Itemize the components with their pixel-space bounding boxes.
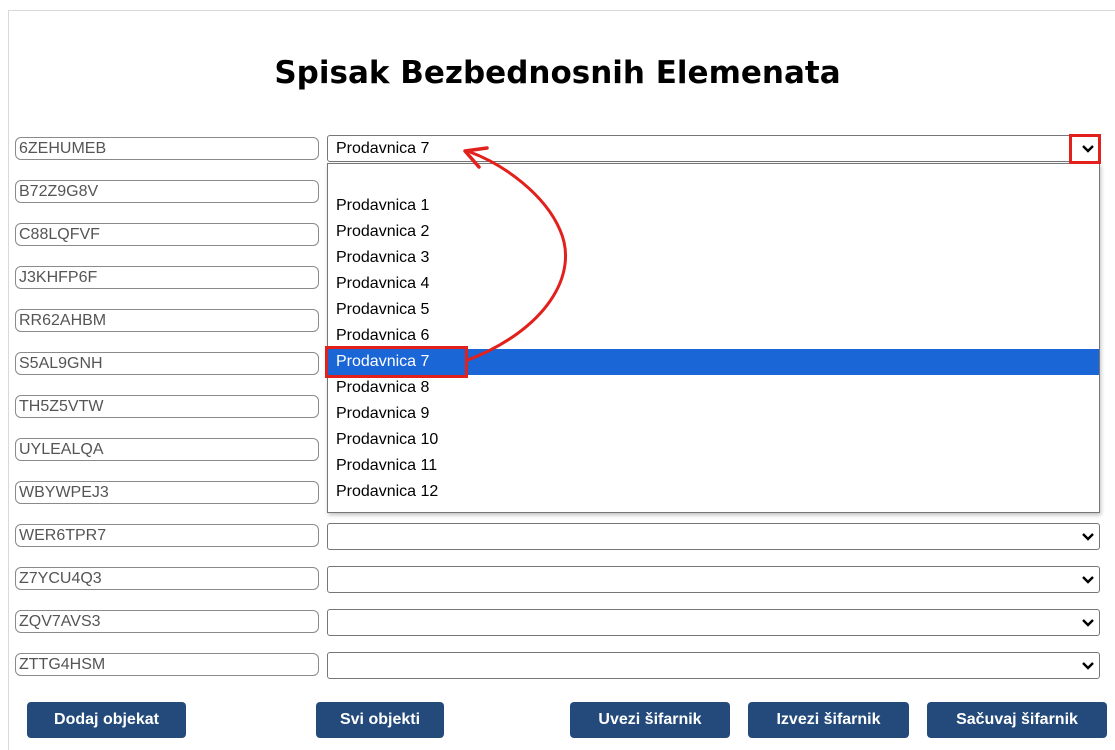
- store-select[interactable]: [327, 566, 1100, 593]
- dropdown-option[interactable]: Prodavnica 11: [328, 453, 1099, 479]
- code-field[interactable]: B72Z9G8V: [15, 180, 319, 203]
- store-select[interactable]: Prodavnica 7: [327, 135, 1100, 162]
- save-codebook-button[interactable]: Sačuvaj šifarnik: [927, 702, 1107, 738]
- code-field[interactable]: 6ZEHUMEB: [15, 137, 319, 160]
- dropdown-option[interactable]: Prodavnica 1: [328, 193, 1099, 219]
- chevron-down-icon: [1082, 576, 1094, 584]
- all-objects-button[interactable]: Svi objekti: [316, 702, 444, 738]
- add-object-button[interactable]: Dodaj objekat: [27, 702, 186, 738]
- import-codebook-button[interactable]: Uvezi šifarnik: [570, 702, 730, 738]
- dropdown-option[interactable]: Prodavnica 12: [328, 479, 1099, 505]
- store-dropdown-list[interactable]: Prodavnica 1 Prodavnica 2 Prodavnica 3 P…: [327, 163, 1100, 513]
- dropdown-option-highlighted[interactable]: Prodavnica 7: [328, 349, 1099, 375]
- dropdown-option[interactable]: Prodavnica 2: [328, 219, 1099, 245]
- chevron-down-icon: [1082, 145, 1094, 153]
- page-title: Spisak Bezbednosnih Elemenata: [274, 55, 841, 91]
- dropdown-option[interactable]: Prodavnica 4: [328, 271, 1099, 297]
- code-field[interactable]: ZQV7AVS3: [15, 610, 319, 633]
- chevron-down-icon: [1082, 662, 1094, 670]
- dropdown-option[interactable]: Prodavnica 10: [328, 427, 1099, 453]
- code-field[interactable]: Z7YCU4Q3: [15, 567, 319, 590]
- code-field[interactable]: S5AL9GNH: [15, 352, 319, 375]
- code-field[interactable]: ZTTG4HSM: [15, 653, 319, 676]
- code-field[interactable]: C88LQFVF: [15, 223, 319, 246]
- chevron-down-icon: [1082, 619, 1094, 627]
- dropdown-option[interactable]: Prodavnica 6: [328, 323, 1099, 349]
- store-select-value: Prodavnica 7: [336, 140, 430, 157]
- dropdown-option[interactable]: Prodavnica 3: [328, 245, 1099, 271]
- code-field[interactable]: WBYWPEJ3: [15, 481, 319, 504]
- code-field[interactable]: WER6TPR7: [15, 524, 319, 547]
- store-select[interactable]: [327, 523, 1100, 550]
- store-select[interactable]: [327, 609, 1100, 636]
- code-field[interactable]: TH5Z5VTW: [15, 395, 319, 418]
- code-field[interactable]: UYLEALQA: [15, 438, 319, 461]
- code-field[interactable]: RR62AHBM: [15, 309, 319, 332]
- chevron-down-icon: [1082, 533, 1094, 541]
- dropdown-option[interactable]: [328, 167, 1099, 193]
- dropdown-option[interactable]: Prodavnica 9: [328, 401, 1099, 427]
- dropdown-option[interactable]: Prodavnica 5: [328, 297, 1099, 323]
- code-field[interactable]: J3KHFP6F: [15, 266, 319, 289]
- dropdown-option[interactable]: Prodavnica 8: [328, 375, 1099, 401]
- store-select[interactable]: [327, 652, 1100, 679]
- export-codebook-button[interactable]: Izvezi šifarnik: [748, 702, 909, 738]
